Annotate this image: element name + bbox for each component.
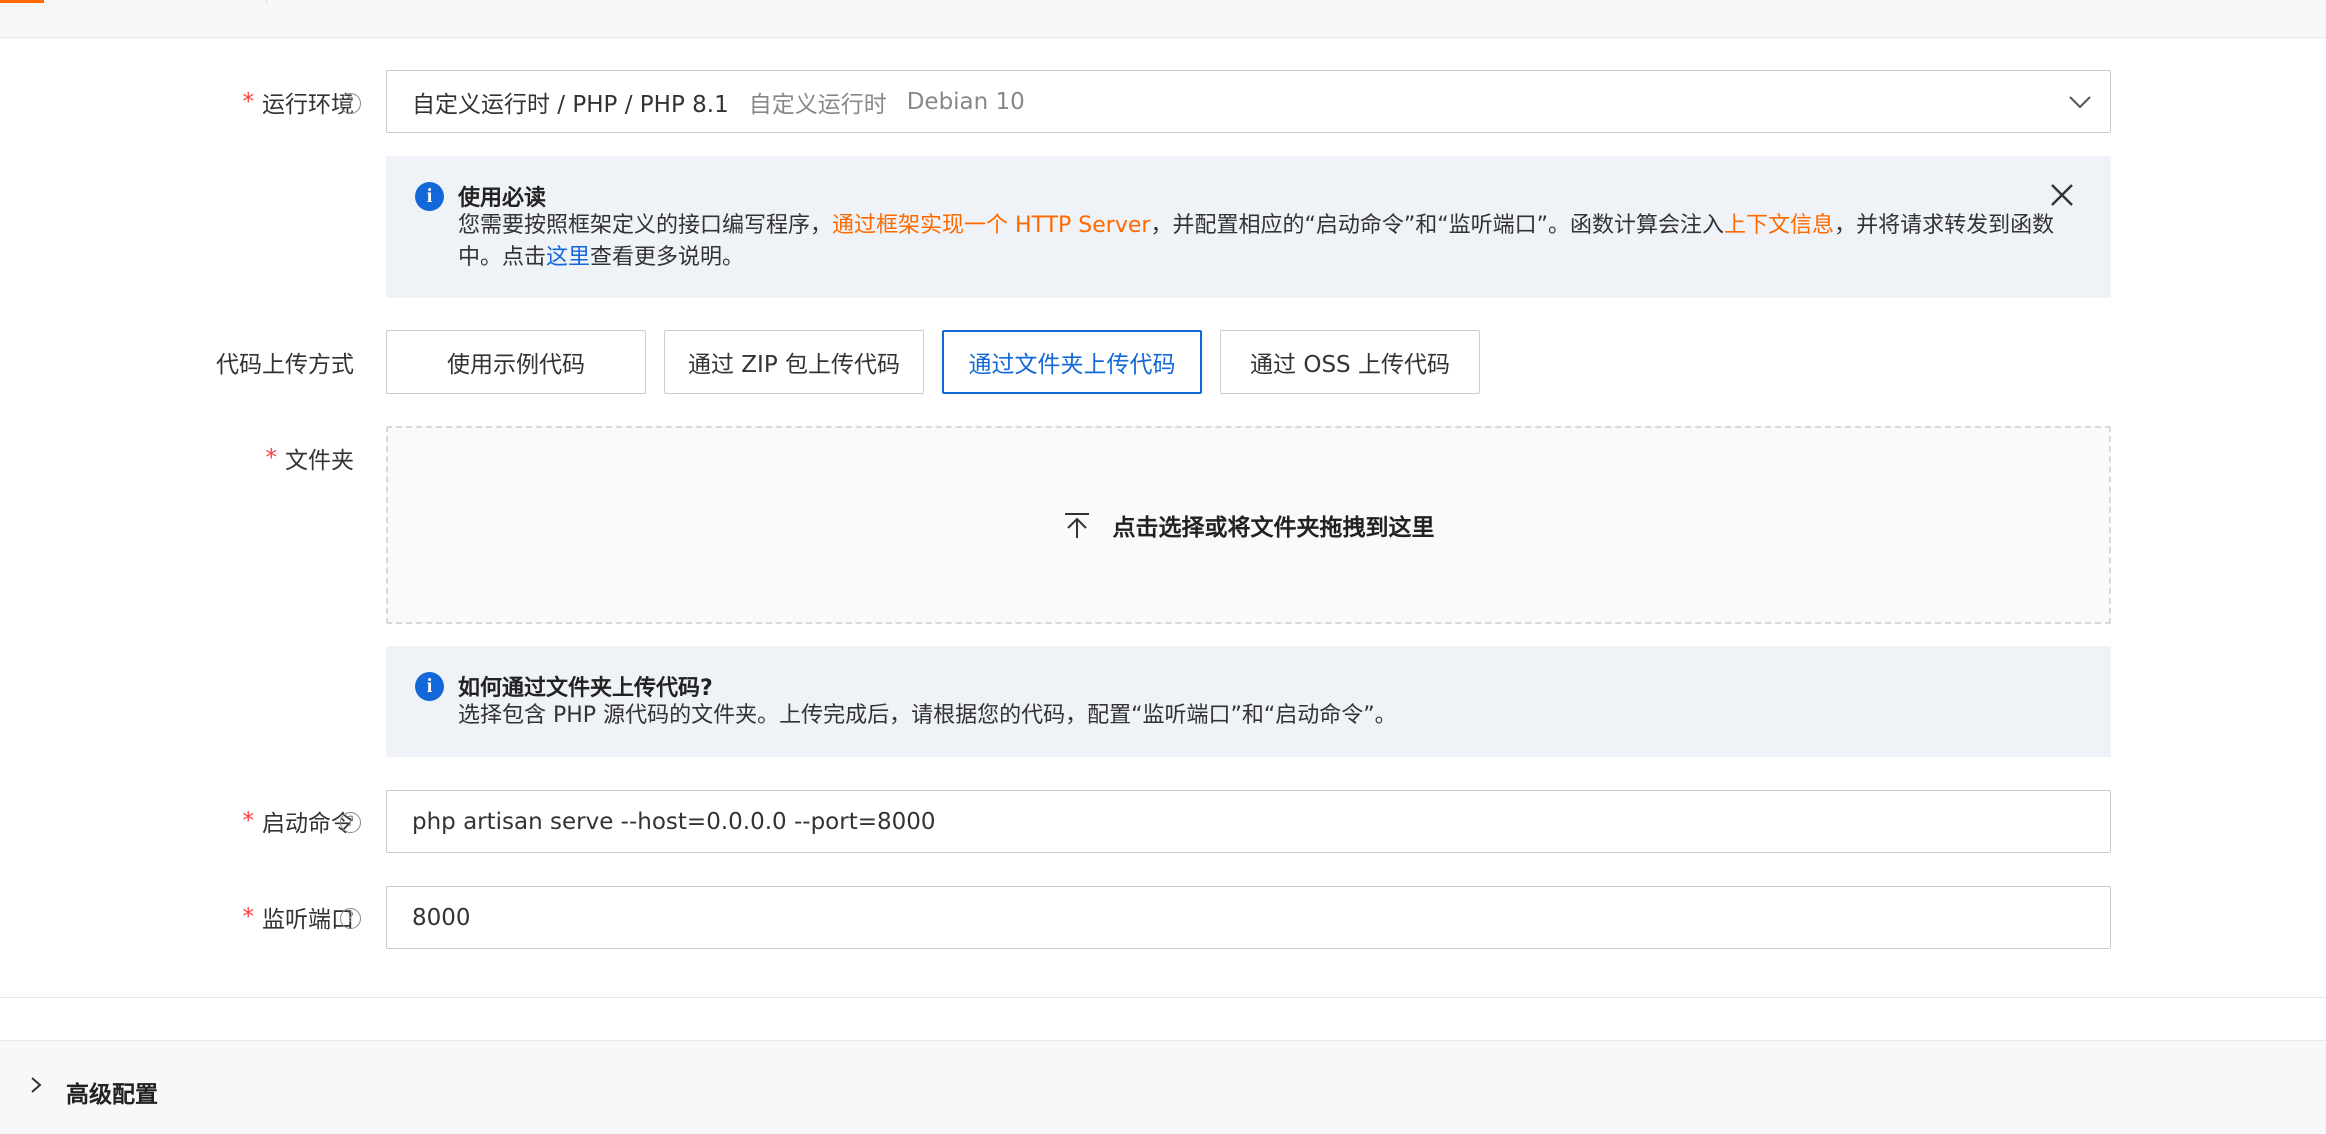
required-mark: * bbox=[242, 808, 255, 834]
upload-option-zip[interactable]: 通过 ZIP 包上传代码 bbox=[664, 330, 924, 394]
required-mark: * bbox=[242, 904, 255, 930]
advanced-config-label: 高级配置 bbox=[66, 1082, 158, 1108]
upload-option-oss[interactable]: 通过 OSS 上传代码 bbox=[1220, 330, 1480, 394]
runtime-os: Debian 10 bbox=[906, 88, 1025, 115]
usage-notice: i 使用必读 您需要按照框架定义的接口编写程序，通过框架实现一个 HTTP Se… bbox=[386, 156, 2111, 298]
upload-icon bbox=[1064, 513, 1089, 538]
info-icon: i bbox=[415, 182, 444, 211]
close-icon[interactable] bbox=[2049, 182, 2075, 208]
folder-dropzone[interactable]: 点击选择或将文件夹拖拽到这里 bbox=[386, 426, 2111, 624]
upload-method-label-text: 代码上传方式 bbox=[216, 352, 354, 378]
chevron-right-icon bbox=[31, 1077, 42, 1093]
upload-option-sample[interactable]: 使用示例代码 bbox=[386, 330, 646, 394]
listen-port-label: * 监听端口 bbox=[243, 887, 355, 947]
folder-label: * 文件夹 bbox=[266, 428, 355, 488]
start-command-value: php artisan serve --host=0.0.0.0 --port=… bbox=[412, 808, 936, 835]
here-link[interactable]: 这里 bbox=[546, 245, 590, 270]
usage-notice-title: 使用必读 bbox=[458, 186, 547, 211]
help-icon[interactable]: ? bbox=[340, 908, 361, 929]
help-icon[interactable]: ? bbox=[340, 812, 361, 833]
usage-text-4: 查看更多说明。 bbox=[590, 245, 745, 270]
required-mark: * bbox=[265, 445, 278, 471]
usage-notice-body: 您需要按照框架定义的接口编写程序，通过框架实现一个 HTTP Server，并配… bbox=[458, 210, 2071, 274]
folder-notice-title: 如何通过文件夹上传代码? bbox=[458, 676, 713, 701]
listen-port-value: 8000 bbox=[412, 904, 471, 931]
folder-notice: i 如何通过文件夹上传代码? 选择包含 PHP 源代码的文件夹。上传完成后，请根… bbox=[386, 646, 2111, 757]
top-tab-bar bbox=[0, 0, 2326, 38]
upload-method-label: 代码上传方式 bbox=[216, 332, 354, 392]
info-icon: i bbox=[415, 672, 444, 701]
start-command-input[interactable]: php artisan serve --host=0.0.0.0 --port=… bbox=[386, 790, 2111, 853]
upload-option-folder[interactable]: 通过文件夹上传代码 bbox=[942, 330, 1202, 394]
runtime-label: * 运行环境 bbox=[243, 72, 355, 132]
active-tab-indicator bbox=[0, 0, 44, 3]
runtime-type: 自定义运行时 bbox=[748, 91, 887, 118]
start-command-label: * 启动命令 bbox=[243, 791, 355, 851]
dropzone-text: 点击选择或将文件夹拖拽到这里 bbox=[1112, 515, 1435, 541]
help-icon[interactable]: ? bbox=[340, 93, 361, 114]
section-divider bbox=[0, 997, 2326, 998]
chevron-down-icon bbox=[2069, 96, 2091, 109]
listen-port-input[interactable]: 8000 bbox=[386, 886, 2111, 949]
runtime-value: 自定义运行时 / PHP / PHP 8.1 bbox=[412, 91, 729, 118]
http-server-link[interactable]: 通过框架实现一个 HTTP Server bbox=[832, 213, 1150, 238]
usage-text-2: ，并配置相应的“启动命令”和“监听端口”。函数计算会注入 bbox=[1150, 213, 1725, 238]
usage-text-1: 您需要按照框架定义的接口编写程序， bbox=[458, 213, 833, 238]
required-mark: * bbox=[242, 89, 255, 115]
advanced-config-toggle[interactable]: 高级配置 bbox=[0, 1040, 2326, 1134]
folder-label-text: 文件夹 bbox=[285, 448, 354, 474]
tab-separator bbox=[266, 0, 267, 3]
folder-notice-body: 选择包含 PHP 源代码的文件夹。上传完成后，请根据您的代码，配置“监听端口”和… bbox=[458, 703, 1397, 728]
context-info-link[interactable]: 上下文信息 bbox=[1724, 213, 1834, 238]
runtime-select[interactable]: 自定义运行时 / PHP / PHP 8.1 自定义运行时 Debian 10 bbox=[386, 70, 2111, 133]
